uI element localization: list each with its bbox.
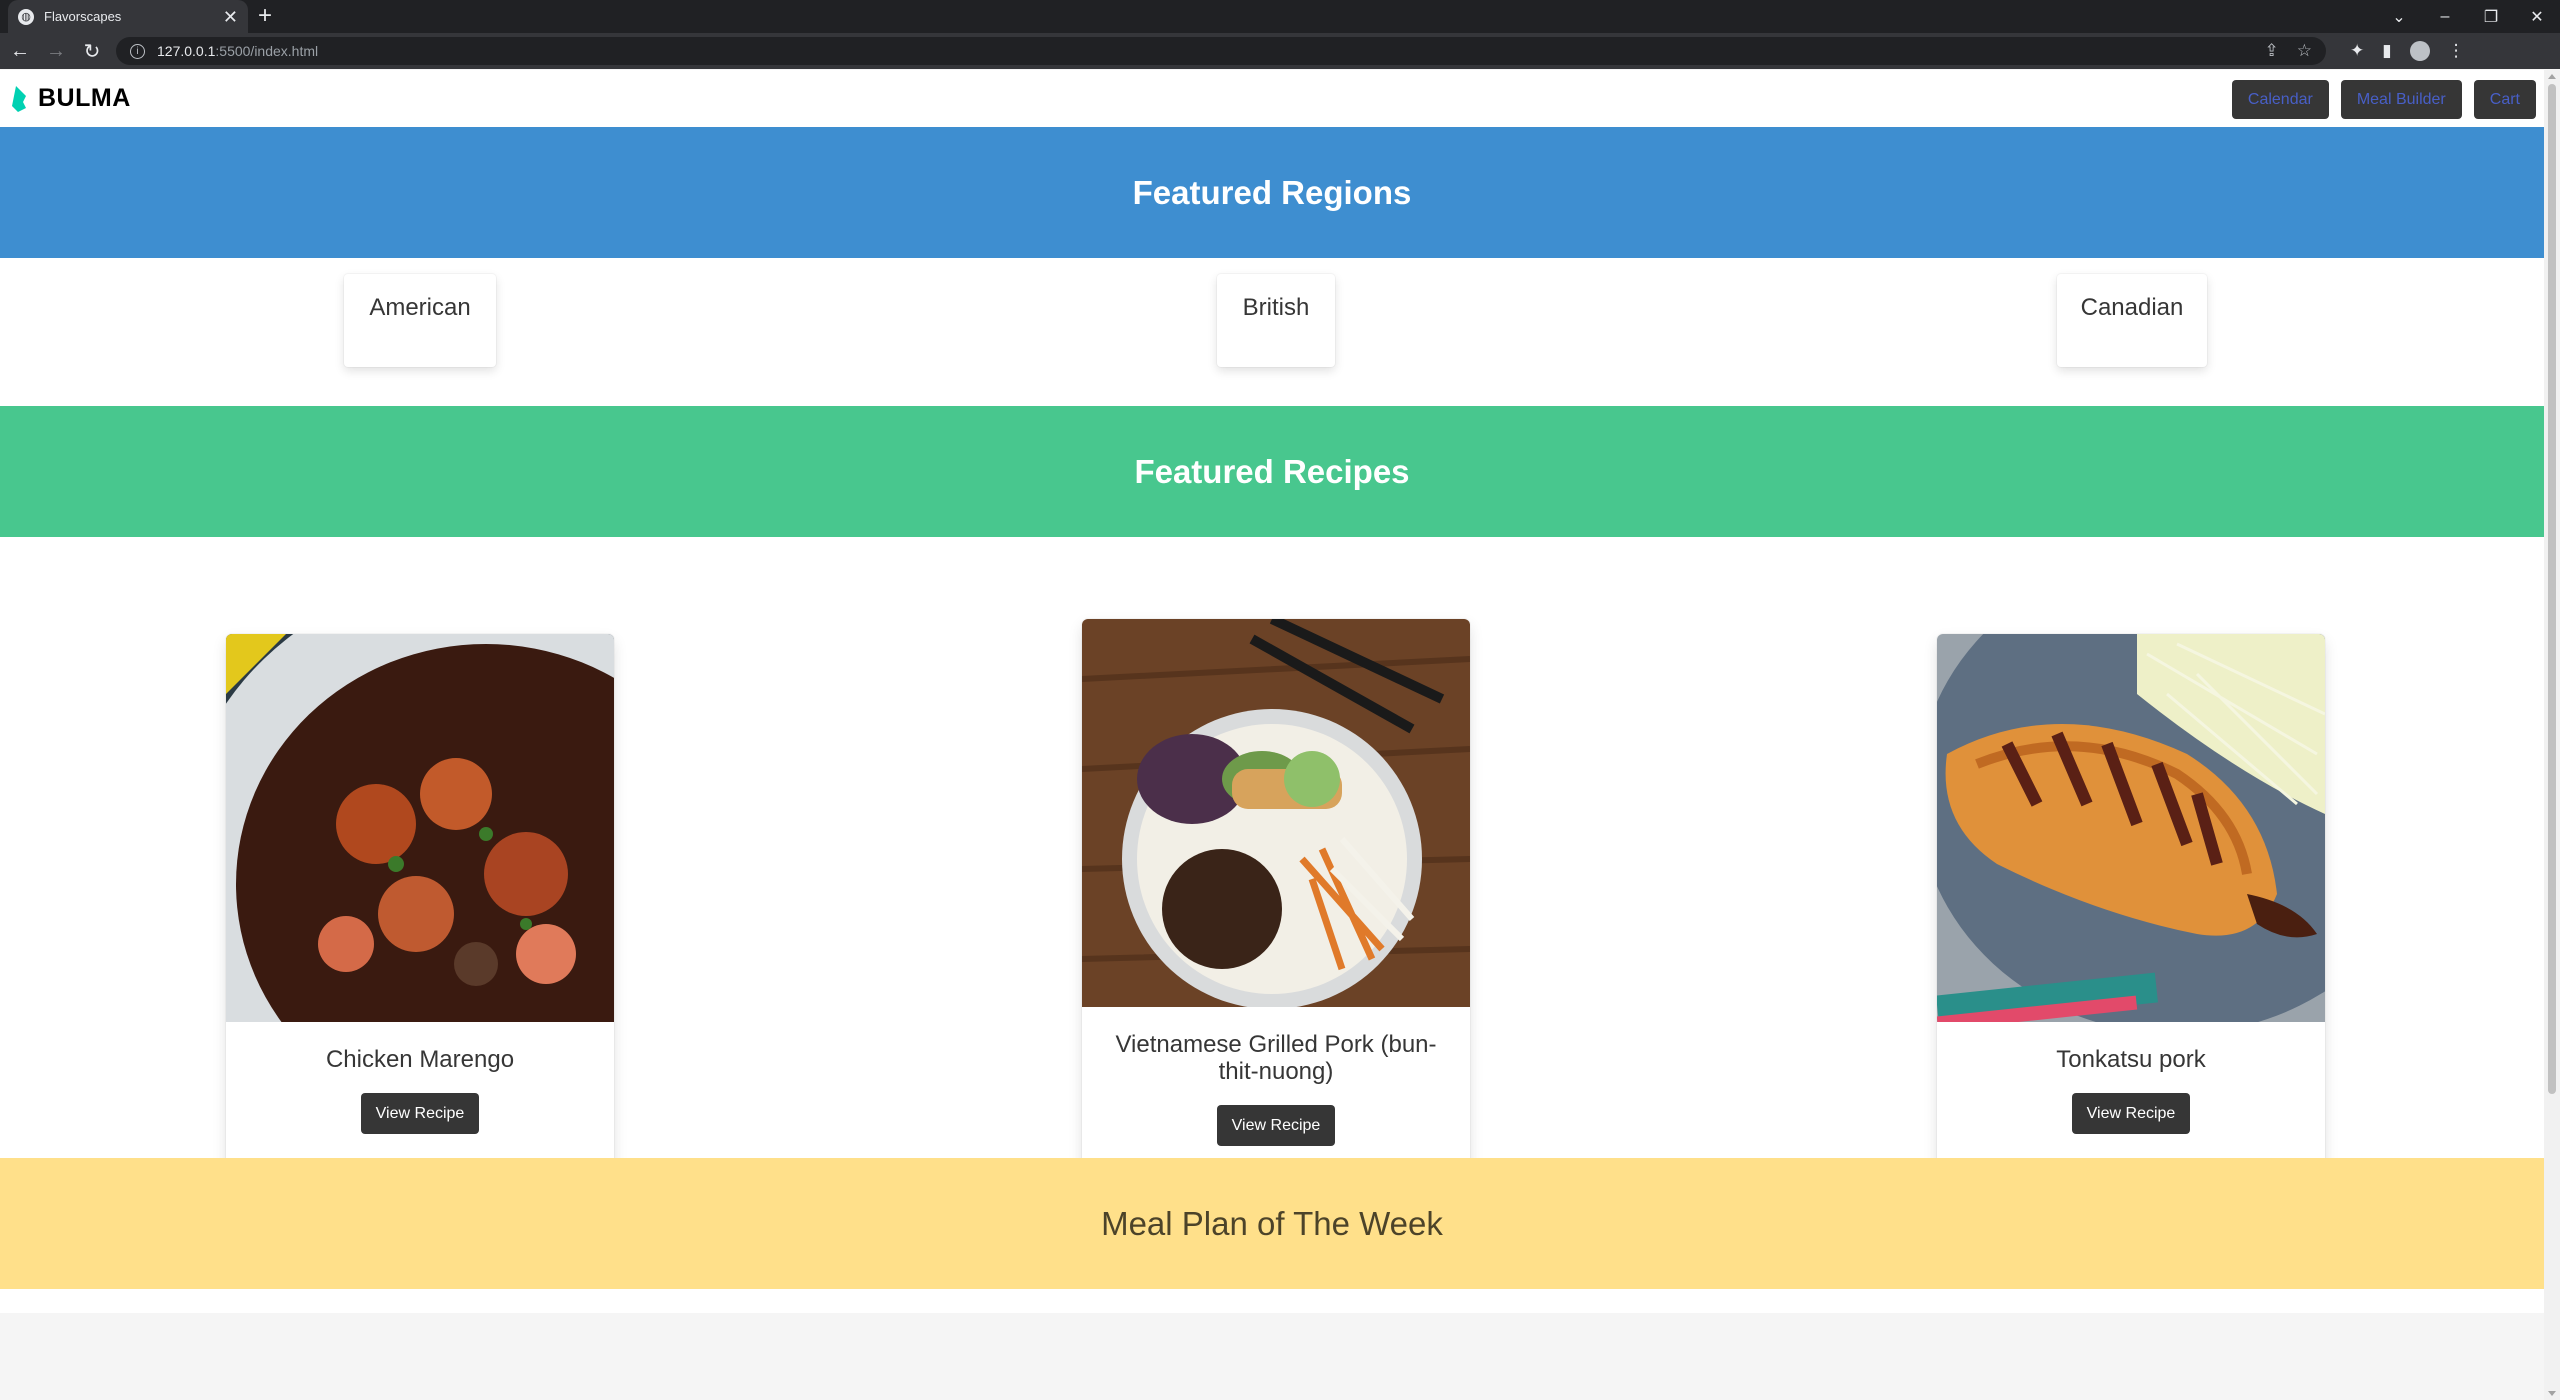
tab-title: Flavorscapes: [44, 9, 122, 24]
region-label: Canadian: [2080, 294, 2184, 321]
view-recipe-button[interactable]: View Recipe: [361, 1093, 479, 1134]
side-panel-icon[interactable]: ▮: [2382, 41, 2391, 61]
view-recipe-button[interactable]: View Recipe: [2072, 1093, 2190, 1134]
page-scrollbar[interactable]: [2544, 70, 2560, 1400]
scrollbar-thumb[interactable]: [2548, 84, 2556, 1094]
scroll-down-icon[interactable]: [2548, 1391, 2556, 1396]
region-card-canadian[interactable]: Canadian: [2057, 274, 2207, 367]
url-host: 127.0.0.1: [157, 43, 216, 59]
calendar-button[interactable]: Calendar: [2231, 80, 2329, 119]
scroll-up-icon[interactable]: [2548, 74, 2556, 79]
browser-tab-bar: ◍ Flavorscapes ✕ + ⌄ – ❐ ✕: [0, 0, 2560, 33]
regions-row: American British Canadian: [0, 258, 2544, 406]
brand-logo[interactable]: BULMA: [12, 84, 131, 113]
recipe-title: Tonkatsu pork: [2056, 1046, 2206, 1073]
restore-icon[interactable]: ❐: [2468, 7, 2514, 27]
meal-builder-button[interactable]: Meal Builder: [2340, 80, 2462, 119]
recipe-title: Vietnamese Grilled Pork (bun-thit-nuong): [1115, 1031, 1437, 1085]
cart-button[interactable]: Cart: [2473, 80, 2536, 119]
tab-search-icon[interactable]: ⌄: [2376, 7, 2422, 27]
new-tab-icon[interactable]: +: [258, 4, 272, 28]
address-bar[interactable]: i 127.0.0.1:5500/index.html ⇪ ☆: [116, 37, 2326, 65]
recipe-card-chicken-marengo: Chicken Marengo View Recipe: [226, 634, 614, 1174]
url-path: :5500/index.html: [215, 43, 319, 59]
extensions-icon[interactable]: ✦: [2350, 41, 2364, 61]
globe-icon: ◍: [18, 8, 34, 25]
close-window-icon[interactable]: ✕: [2514, 7, 2560, 27]
recipe-card-tonkatsu-pork: Tonkatsu pork View Recipe: [1937, 634, 2325, 1174]
region-card-british[interactable]: British: [1217, 274, 1335, 367]
featured-regions-hero: Featured Regions: [0, 127, 2544, 258]
meal-plan-content: [0, 1289, 2544, 1313]
brand-name: BULMA: [38, 84, 131, 112]
recipe-image[interactable]: [1937, 634, 2325, 1022]
region-label: American: [369, 294, 471, 321]
featured-recipes-hero: Featured Recipes: [0, 406, 2544, 537]
close-tab-icon[interactable]: ✕: [223, 8, 238, 26]
forward-icon[interactable]: →: [40, 40, 72, 63]
site-info-icon[interactable]: i: [130, 43, 145, 59]
meal-plan-hero: Meal Plan of The Week: [0, 1158, 2544, 1289]
navbar: BULMA Calendar Meal Builder Cart: [0, 70, 2544, 127]
meal-plan-title: Meal Plan of The Week: [1101, 1204, 1443, 1242]
recipes-row: Chicken Marengo View Recipe Vietnamese G…: [0, 537, 2544, 1187]
view-recipe-button[interactable]: View Recipe: [1217, 1105, 1335, 1146]
recipe-image[interactable]: [1082, 619, 1470, 1007]
region-label: British: [1242, 294, 1310, 321]
recipe-card-vietnamese-grilled-pork: Vietnamese Grilled Pork (bun-thit-nuong)…: [1082, 619, 1470, 1187]
profile-avatar-icon[interactable]: [2409, 41, 2430, 61]
window-controls: ⌄ – ❐ ✕: [2376, 0, 2560, 33]
region-card-american[interactable]: American: [344, 274, 496, 367]
recipe-image[interactable]: [226, 634, 614, 1022]
recipe-title: Chicken Marengo: [325, 1046, 515, 1073]
share-icon[interactable]: ⇪: [2265, 41, 2279, 61]
featured-regions-title: Featured Regions: [1132, 173, 1412, 211]
browser-tab[interactable]: ◍ Flavorscapes ✕: [8, 0, 248, 33]
featured-recipes-title: Featured Recipes: [1134, 452, 1410, 490]
back-icon[interactable]: ←: [4, 40, 36, 63]
browser-toolbar: ← → ↻ i 127.0.0.1:5500/index.html ⇪ ☆ ✦ …: [0, 33, 2560, 69]
minimize-icon[interactable]: –: [2422, 8, 2468, 26]
reload-icon[interactable]: ↻: [76, 39, 108, 64]
browser-menu-icon[interactable]: ⋮: [2448, 41, 2465, 61]
page-viewport: BULMA Calendar Meal Builder Cart Feature…: [0, 70, 2544, 1400]
bookmark-star-icon[interactable]: ☆: [2297, 41, 2312, 61]
bulma-logo-icon: [12, 85, 26, 112]
